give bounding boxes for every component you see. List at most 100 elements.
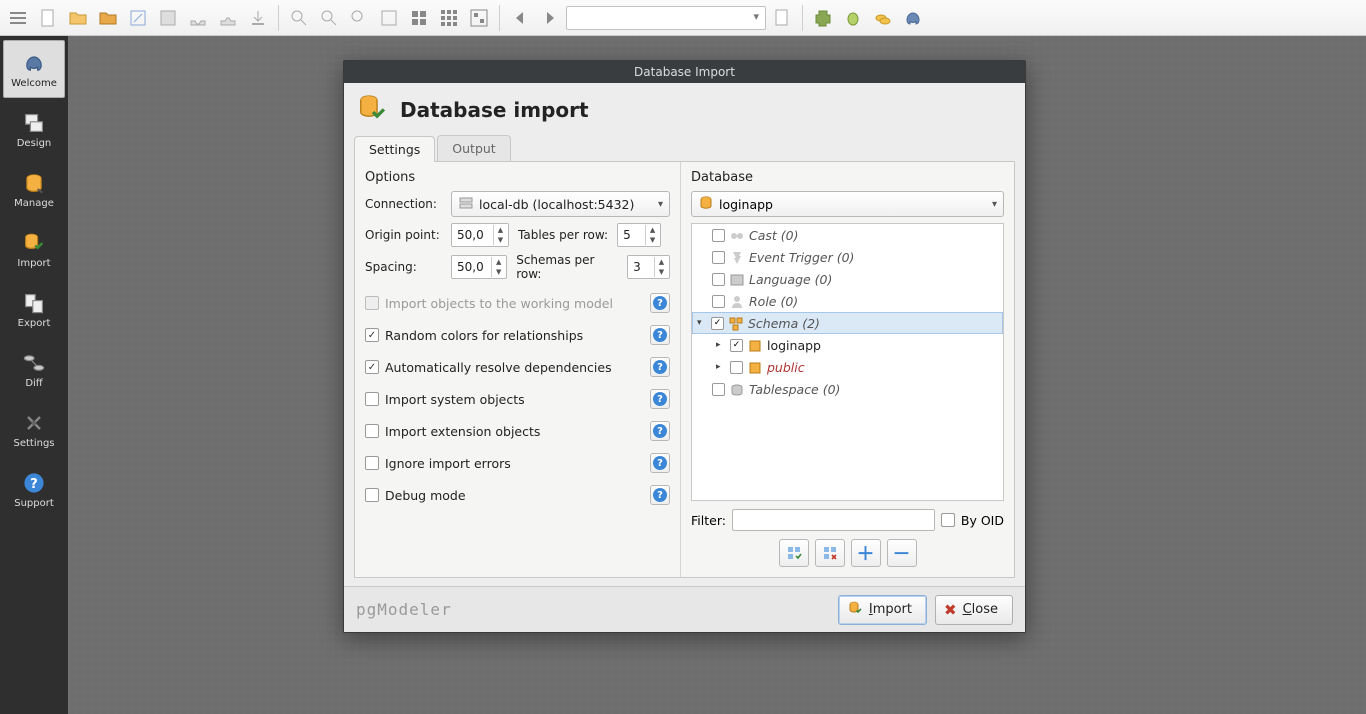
tree-node-schema-loginapp[interactable]: ▸loginapp	[692, 334, 1003, 356]
expand-all-button[interactable]: ＋	[851, 539, 881, 567]
export-icon	[20, 290, 48, 316]
download-icon[interactable]	[244, 4, 272, 32]
dialog-footer: pgModeler Import ✖ Close	[344, 586, 1025, 632]
deselect-all-button[interactable]	[815, 539, 845, 567]
tree-checkbox[interactable]	[711, 317, 724, 330]
help-button[interactable]: ?	[650, 325, 670, 345]
folder-icon[interactable]	[94, 4, 122, 32]
sidebar-item-welcome[interactable]: Welcome	[3, 40, 65, 98]
event-trigger-icon	[729, 250, 745, 264]
database-import-dialog: Database Import Database import Settings…	[343, 60, 1026, 633]
tree-node-schema[interactable]: ▾Schema (2)	[692, 312, 1003, 334]
sidebar-item-label: Welcome	[11, 78, 57, 89]
help-icon: ?	[653, 456, 667, 470]
tree-checkbox[interactable]	[712, 273, 725, 286]
sidebar-item-label: Support	[14, 498, 54, 509]
tree-node-schema-public[interactable]: ▸public	[692, 356, 1003, 378]
sidebar-item-design[interactable]: Design	[3, 100, 65, 158]
close-button[interactable]: ✖ Close	[935, 595, 1013, 625]
sidebar-item-manage[interactable]: Manage	[3, 160, 65, 218]
zoom-in-icon[interactable]	[285, 4, 313, 32]
zoom-reset-icon[interactable]	[345, 4, 373, 32]
import-system-checkbox[interactable]	[365, 392, 379, 406]
disclosure-icon[interactable]: ▸	[716, 340, 726, 350]
help-icon: ?	[653, 328, 667, 342]
fit-icon[interactable]	[375, 4, 403, 32]
tree-checkbox[interactable]	[730, 339, 743, 352]
sidebar-item-diff[interactable]: Diff	[3, 340, 65, 398]
tree-checkbox[interactable]	[712, 383, 725, 396]
open-folder-icon[interactable]	[64, 4, 92, 32]
grid-small-icon[interactable]	[435, 4, 463, 32]
help-button[interactable]: ?	[650, 421, 670, 441]
help-icon: ?	[653, 488, 667, 502]
database-combo[interactable]: loginapp	[691, 191, 1004, 217]
elephant-icon[interactable]	[899, 4, 927, 32]
tree-node-tablespace[interactable]: Tablespace (0)	[692, 378, 1003, 400]
schemas-per-row-spinner[interactable]: 3▲▼	[627, 255, 670, 279]
tree-node-cast[interactable]: Cast (0)	[692, 224, 1003, 246]
auto-resolve-checkbox[interactable]	[365, 360, 379, 374]
sidebar-item-export[interactable]: Export	[3, 280, 65, 338]
edit-icon[interactable]	[124, 4, 152, 32]
menu-icon[interactable]	[4, 4, 32, 32]
select-all-button[interactable]	[779, 539, 809, 567]
connection-combo[interactable]: local-db (localhost:5432)	[451, 191, 670, 217]
tab-output[interactable]: Output	[437, 135, 510, 161]
origin-spinner[interactable]: 50,0▲▼	[451, 223, 509, 247]
random-colors-checkbox[interactable]	[365, 328, 379, 342]
help-icon: ?	[653, 424, 667, 438]
sidebar-item-support[interactable]: ? Support	[3, 460, 65, 518]
help-button[interactable]: ?	[650, 357, 670, 377]
filter-input[interactable]	[732, 509, 935, 531]
debug-checkbox[interactable]	[365, 488, 379, 502]
import-to-working-label: Import objects to the working model	[385, 296, 613, 311]
origin-label: Origin point:	[365, 228, 445, 242]
help-button[interactable]: ?	[650, 389, 670, 409]
disclosure-icon[interactable]: ▾	[697, 318, 707, 328]
collapse-all-button[interactable]: －	[887, 539, 917, 567]
sidebar-item-import[interactable]: Import	[3, 220, 65, 278]
zoom-out-icon[interactable]	[315, 4, 343, 32]
save-icon[interactable]	[154, 4, 182, 32]
database-panel: Database loginapp Cast (0) Event Trigger…	[681, 162, 1014, 577]
help-button[interactable]: ?	[650, 293, 670, 313]
spacing-label: Spacing:	[365, 260, 445, 274]
help-button[interactable]: ?	[650, 485, 670, 505]
tree-node-event-trigger[interactable]: Event Trigger (0)	[692, 246, 1003, 268]
import-extension-checkbox[interactable]	[365, 424, 379, 438]
ignore-errors-checkbox[interactable]	[365, 456, 379, 470]
layout-icon[interactable]	[465, 4, 493, 32]
tree-node-language[interactable]: Language (0)	[692, 268, 1003, 290]
tree-checkbox[interactable]	[712, 229, 725, 242]
outbox-icon[interactable]	[214, 4, 242, 32]
tree-checkbox[interactable]	[712, 251, 725, 264]
import-button[interactable]: Import	[838, 595, 927, 625]
dialog-titlebar[interactable]: Database Import	[344, 61, 1025, 83]
by-oid-checkbox[interactable]	[941, 513, 955, 527]
new-file-icon[interactable]	[34, 4, 62, 32]
coins-icon[interactable]	[869, 4, 897, 32]
plugin-icon[interactable]	[809, 4, 837, 32]
sidebar-item-label: Diff	[25, 378, 42, 389]
clear-icon[interactable]	[768, 4, 796, 32]
inbox-icon[interactable]	[184, 4, 212, 32]
nav-next-icon[interactable]	[536, 4, 564, 32]
object-selector[interactable]	[566, 6, 766, 30]
tab-settings[interactable]: Settings	[354, 136, 435, 162]
spacing-spinner[interactable]: 50,0▲▼	[451, 255, 507, 279]
object-tree[interactable]: Cast (0) Event Trigger (0) Language (0) …	[691, 223, 1004, 501]
tree-node-role[interactable]: Role (0)	[692, 290, 1003, 312]
tree-checkbox[interactable]	[730, 361, 743, 374]
grid-large-icon[interactable]	[405, 4, 433, 32]
sidebar-item-settings[interactable]: Settings	[3, 400, 65, 458]
tables-per-row-spinner[interactable]: 5▲▼	[617, 223, 661, 247]
nav-prev-icon[interactable]	[506, 4, 534, 32]
disclosure-icon[interactable]: ▸	[716, 362, 726, 372]
by-oid-label: By OID	[961, 513, 1004, 528]
random-colors-label: Random colors for relationships	[385, 328, 583, 343]
import-header-icon	[356, 93, 390, 127]
tree-checkbox[interactable]	[712, 295, 725, 308]
bug-icon[interactable]	[839, 4, 867, 32]
help-button[interactable]: ?	[650, 453, 670, 473]
